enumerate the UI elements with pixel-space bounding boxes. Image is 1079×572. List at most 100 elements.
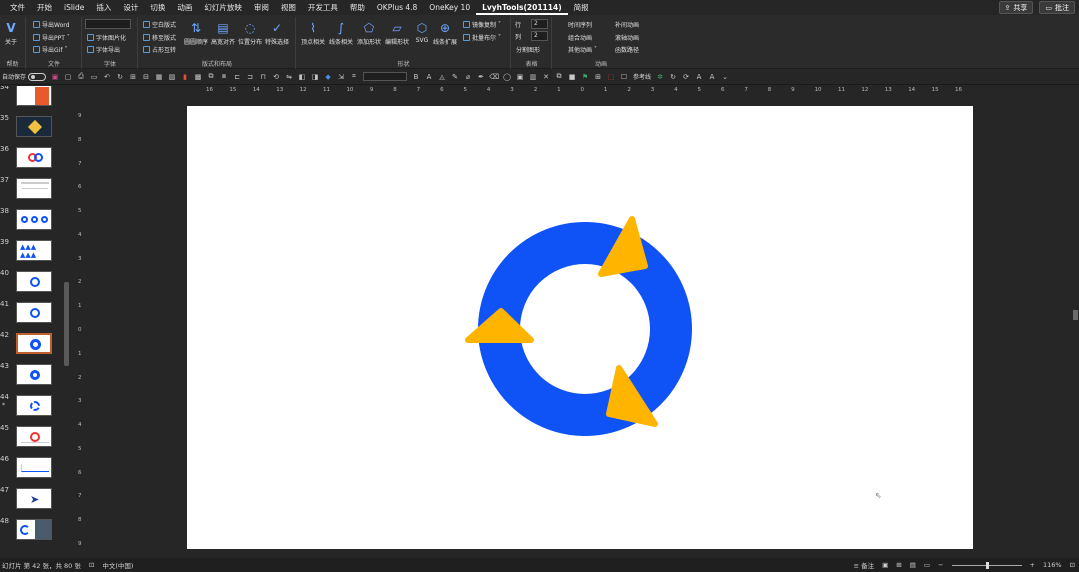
slide-preview[interactable] xyxy=(16,209,52,230)
zoom-in-icon[interactable]: + xyxy=(1030,561,1035,569)
slide-thumbnail[interactable]: 47 ➤ xyxy=(0,486,72,516)
height-align-button[interactable]: ▤ 高宽对齐 xyxy=(211,21,235,46)
font-color-icon[interactable]: A xyxy=(425,73,433,81)
size-icon[interactable]: ⇲ xyxy=(337,73,345,81)
pdf-icon[interactable]: ⬚ xyxy=(607,73,615,81)
other-anim-button[interactable]: 其他动画 ˅ xyxy=(568,45,597,54)
table-icon[interactable]: ▦ xyxy=(155,73,163,81)
zoom-slider-knob[interactable] xyxy=(985,561,989,569)
language-indicator[interactable]: 中文(中国) xyxy=(102,560,133,570)
shape-icon[interactable]: ◆ xyxy=(324,73,332,81)
shrink-font-icon[interactable]: A xyxy=(708,73,716,81)
slideshow-icon[interactable]: ▭ xyxy=(90,73,98,81)
bold-icon[interactable]: B xyxy=(412,73,420,81)
add-shape-button[interactable]: ⬠ 添加形状 xyxy=(357,21,381,46)
more-icon[interactable]: ⌄ xyxy=(721,73,729,81)
export-word-button[interactable]: 导出Word xyxy=(33,20,69,29)
slide-thumbnail[interactable]: 44 * xyxy=(0,393,72,423)
bool-button[interactable]: 批量布尔 ˅ xyxy=(463,33,501,42)
remove-layout-button[interactable]: 移至版式 xyxy=(143,33,176,42)
workspace-scrollbar[interactable] xyxy=(1072,86,1079,556)
mirror-copy-button[interactable]: 镜像复制 ˅ xyxy=(463,20,501,29)
fit-window-icon[interactable]: ⊡ xyxy=(1070,561,1075,569)
rect-icon[interactable]: ■ xyxy=(568,73,576,81)
font-picturize-button[interactable]: 字体图片化 xyxy=(87,33,126,42)
menu-item[interactable]: OKPlus 4.8 xyxy=(371,0,423,15)
gear-icon[interactable]: ✲ xyxy=(656,73,664,81)
save-as-icon[interactable]: ▢ xyxy=(64,73,72,81)
slide-preview[interactable] xyxy=(16,364,52,385)
slide-preview[interactable] xyxy=(16,519,52,540)
reference-line-label[interactable]: 参考线 xyxy=(633,72,651,81)
menu-item[interactable]: 文件 xyxy=(4,0,31,15)
link-icon[interactable]: ⧉ xyxy=(555,72,563,81)
fill-icon[interactable]: ▩ xyxy=(194,73,202,81)
crop-icon[interactable]: ⌗ xyxy=(350,72,358,81)
slide-thumbnail[interactable]: 46 xyxy=(0,455,72,485)
zoom-out-icon[interactable]: − xyxy=(938,561,943,569)
menu-item[interactable]: 简报 xyxy=(568,0,595,15)
slide-preview[interactable] xyxy=(16,457,52,478)
undo-icon[interactable]: ↶ xyxy=(103,73,111,81)
menu-item[interactable]: 设计 xyxy=(117,0,144,15)
picture-icon[interactable]: ▣ xyxy=(516,73,524,81)
arrow-left[interactable] xyxy=(465,308,534,343)
brush-icon[interactable]: ✎ xyxy=(451,73,459,81)
menu-item[interactable]: 插入 xyxy=(90,0,117,15)
reading-view-icon[interactable]: ▤ xyxy=(910,561,916,569)
slide-thumbnail[interactable]: 37 xyxy=(0,176,72,206)
flip-icon[interactable]: ⇋ xyxy=(285,73,293,81)
row-count-select[interactable]: 2 xyxy=(531,19,548,29)
col-count-select[interactable]: 2 xyxy=(531,31,548,41)
slide-thumbnail[interactable]: 48 xyxy=(0,517,72,547)
func-path-button[interactable]: 函数路径 xyxy=(615,45,639,54)
reset-icon[interactable]: ⟳ xyxy=(682,73,690,81)
slide-thumbnail[interactable]: 39 ▲▲▲ ▲▲▲ xyxy=(0,238,72,268)
notes-button[interactable]: ≡ 备注 xyxy=(854,560,875,570)
slide-thumbnail[interactable]: 41 xyxy=(0,300,72,330)
toggle-switch[interactable] xyxy=(28,72,47,81)
color-icon[interactable]: ▮ xyxy=(181,73,189,81)
align-center-icon[interactable]: ⊐ xyxy=(246,73,254,81)
svg-button[interactable]: ⬡ SVG xyxy=(415,21,429,44)
slide-preview[interactable] xyxy=(16,178,52,199)
line-button[interactable]: ∫ 线条相关 xyxy=(329,21,353,46)
refresh-icon[interactable]: ↻ xyxy=(669,73,677,81)
about-button[interactable]: V 关于 xyxy=(4,21,18,46)
align-left-icon[interactable]: ⊏ xyxy=(233,73,241,81)
slide-preview[interactable] xyxy=(16,147,52,168)
save-icon[interactable]: ▣ xyxy=(51,73,59,81)
line-expand-button[interactable]: ⊕ 线条扩展 xyxy=(433,21,457,46)
group-icon[interactable]: ⧉ xyxy=(207,72,215,81)
workspace-scrollbar-thumb[interactable] xyxy=(1073,310,1078,320)
menu-item[interactable]: iSlide xyxy=(58,0,90,15)
slide-thumbnail[interactable]: 43 xyxy=(0,362,72,392)
font-export-button[interactable]: 字体导出 xyxy=(87,45,120,54)
replenish-anim-button[interactable]: 补间动画 xyxy=(615,20,639,29)
sorter-view-icon[interactable]: ⊞ xyxy=(896,561,901,569)
font-size-select[interactable] xyxy=(363,72,408,81)
ungroup-icon[interactable]: ⧈ xyxy=(220,72,228,81)
font-select[interactable] xyxy=(85,19,131,29)
menu-item[interactable]: 幻灯片放映 xyxy=(198,0,248,15)
slide-thumbnail[interactable]: 36 xyxy=(0,145,72,175)
zoom-slider[interactable] xyxy=(951,561,1022,569)
placeholder-swap-button[interactable]: 占形互转 xyxy=(143,45,176,54)
menu-item[interactable]: 视图 xyxy=(275,0,302,15)
zoom-level[interactable]: 116% xyxy=(1043,561,1062,569)
layout-icon[interactable]: ⊞ xyxy=(129,73,137,81)
menu-item[interactable]: 帮助 xyxy=(344,0,371,15)
pos-distribute-button[interactable]: ◌ 位置分布 xyxy=(238,21,262,46)
slide-preview[interactable] xyxy=(16,395,52,416)
split-shape-button[interactable]: 分割图形 xyxy=(516,45,540,54)
checkbox-icon[interactable]: ☐ xyxy=(620,73,628,81)
share-button[interactable]: ⇪ 共享 xyxy=(998,1,1034,14)
vertex-button[interactable]: ⌇ 顶点相关 xyxy=(301,21,325,46)
export-gif-button[interactable]: 导出Gif ˅ xyxy=(33,45,67,54)
chart-icon[interactable]: ▥ xyxy=(529,73,537,81)
slide-thumbnail[interactable]: 45 xyxy=(0,424,72,454)
slide-preview[interactable] xyxy=(16,302,52,323)
comments-button[interactable]: ▭ 批注 xyxy=(1039,1,1075,14)
front-icon[interactable]: ◧ xyxy=(298,73,306,81)
slide-preview[interactable] xyxy=(16,426,52,447)
